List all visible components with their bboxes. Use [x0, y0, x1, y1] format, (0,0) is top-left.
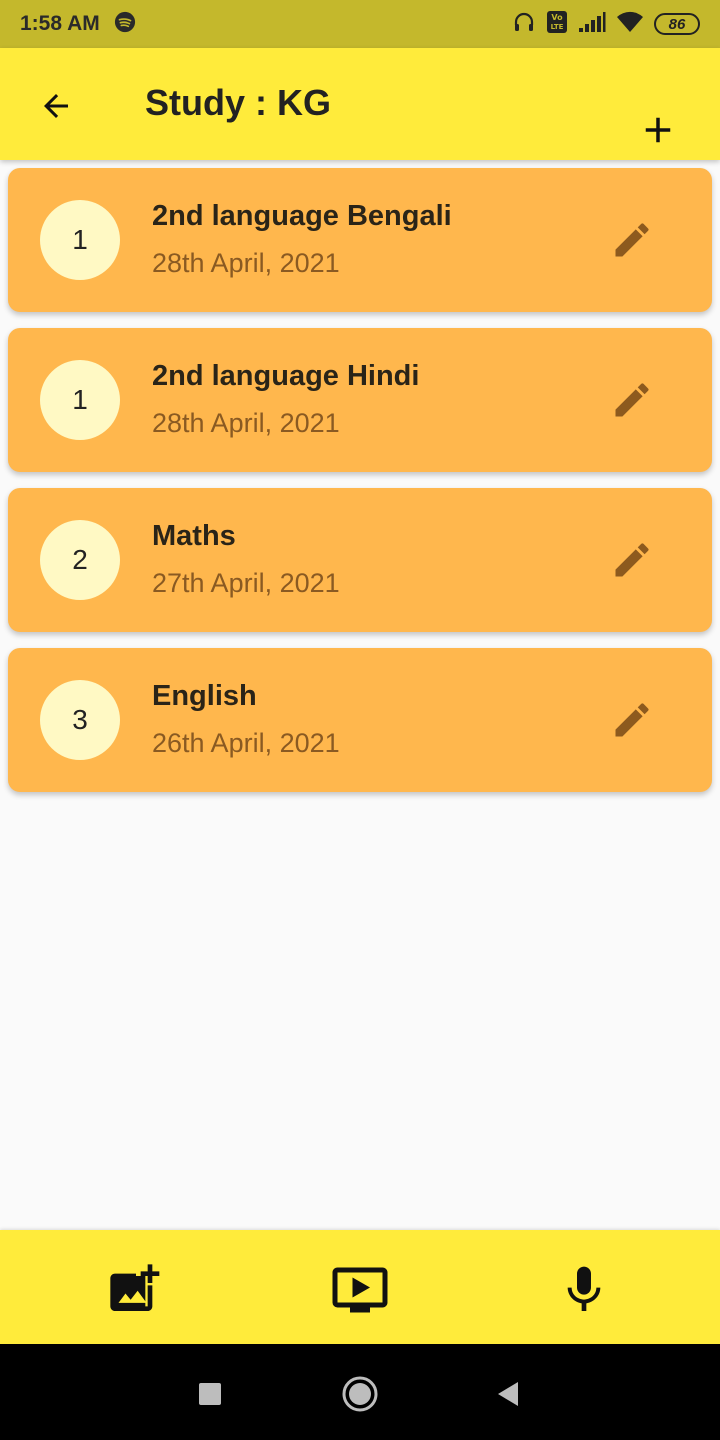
subject-title: Maths [152, 520, 236, 552]
edit-button[interactable] [610, 378, 654, 422]
headset-icon [512, 10, 536, 39]
list-item[interactable]: 1 2nd language Hindi 28th April, 2021 [8, 328, 712, 472]
study-list: 1 2nd language Bengali 28th April, 2021 … [8, 168, 712, 808]
item-date: 26th April, 2021 [152, 728, 340, 758]
count-badge: 1 [40, 360, 120, 440]
recents-button[interactable] [188, 1372, 232, 1416]
volte-icon: Vo LTE [546, 10, 568, 39]
edit-button[interactable] [610, 538, 654, 582]
plus-icon [645, 117, 671, 143]
status-left: 1:58 AM [20, 11, 136, 38]
subject-title: English [152, 680, 257, 712]
mic-button[interactable] [554, 1260, 614, 1320]
count-badge: 2 [40, 520, 120, 600]
add-button[interactable] [636, 108, 680, 152]
page-title: Study : KG [145, 82, 331, 123]
spotify-icon [114, 11, 136, 38]
video-icon [332, 1267, 388, 1313]
arrow-back-icon [44, 94, 68, 118]
count-badge: 1 [40, 200, 120, 280]
count-badge: 3 [40, 680, 120, 760]
pencil-icon [615, 383, 649, 417]
status-right: Vo LTE 86 [512, 10, 700, 39]
mic-icon [567, 1266, 601, 1311]
recents-icon [199, 1383, 221, 1405]
pencil-icon [615, 223, 649, 257]
battery-icon: 86 [654, 13, 700, 35]
list-item[interactable]: 3 English 26th April, 2021 [8, 648, 712, 792]
pencil-icon [615, 543, 649, 577]
add-photo-icon [110, 1264, 160, 1311]
subject-title: 2nd language Hindi [152, 360, 420, 392]
nav-back-button[interactable] [486, 1372, 530, 1416]
bottom-action-bar [0, 1230, 720, 1344]
status-bar: 1:58 AM Vo LTE 86 [0, 0, 720, 48]
back-icon [498, 1382, 518, 1406]
home-button[interactable] [338, 1372, 382, 1416]
edit-button[interactable] [610, 218, 654, 262]
edit-button[interactable] [610, 698, 654, 742]
item-date: 27th April, 2021 [152, 568, 340, 598]
wifi-icon [616, 11, 644, 38]
add-photo-button[interactable] [106, 1260, 166, 1320]
home-icon [342, 1376, 378, 1412]
status-time: 1:58 AM [20, 12, 100, 35]
pencil-icon [615, 703, 649, 737]
system-nav-bar [0, 1344, 720, 1440]
svg-text:Vo: Vo [551, 13, 563, 22]
svg-text:LTE: LTE [551, 23, 564, 31]
app-bar: Study : KG [0, 48, 720, 160]
list-item[interactable]: 2 Maths 27th April, 2021 [8, 488, 712, 632]
subject-title: 2nd language Bengali [152, 200, 452, 232]
back-button[interactable] [34, 84, 78, 128]
item-date: 28th April, 2021 [152, 248, 340, 278]
item-date: 28th April, 2021 [152, 408, 340, 438]
signal-icon [578, 11, 606, 38]
list-item[interactable]: 1 2nd language Bengali 28th April, 2021 [8, 168, 712, 312]
video-button[interactable] [330, 1260, 390, 1320]
